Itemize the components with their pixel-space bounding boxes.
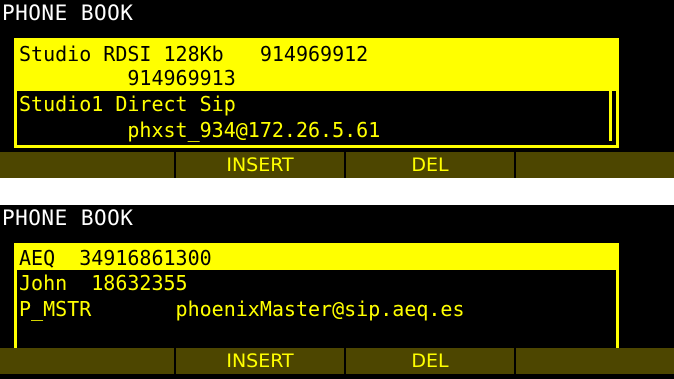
screen-title: PHONE BOOK bbox=[2, 1, 134, 25]
insert-button[interactable]: INSERT bbox=[176, 152, 346, 178]
entry-studio-rdsi-line2[interactable]: 914969913 bbox=[19, 65, 235, 91]
entry-aeq[interactable]: AEQ 34916861300 bbox=[19, 245, 212, 271]
phonebook-screen-2: PHONE BOOK AEQ 34916861300 John 18632355… bbox=[0, 205, 674, 379]
scrollbar[interactable] bbox=[609, 85, 612, 141]
entry-p-mstr[interactable]: P_MSTR phoenixMaster@sip.aeq.es bbox=[19, 296, 465, 322]
delete-button[interactable]: DEL bbox=[346, 152, 516, 178]
phonebook-screen-1: PHONE BOOK Studio RDSI 128Kb 914969912 9… bbox=[0, 0, 674, 178]
softkey-4[interactable] bbox=[516, 348, 674, 374]
softkey-4[interactable] bbox=[516, 152, 674, 178]
insert-button[interactable]: INSERT bbox=[176, 348, 346, 374]
softkey-1[interactable] bbox=[0, 348, 176, 374]
softkey-bar: INSERT DEL bbox=[0, 152, 674, 178]
softkey-bar: INSERT DEL bbox=[0, 348, 674, 374]
contact-list[interactable]: AEQ 34916861300 John 18632355 P_MSTR pho… bbox=[14, 243, 619, 353]
softkey-1[interactable] bbox=[0, 152, 176, 178]
entry-john[interactable]: John 18632355 bbox=[19, 270, 188, 296]
screen-title: PHONE BOOK bbox=[2, 206, 134, 230]
delete-button[interactable]: DEL bbox=[346, 348, 516, 374]
entry-studio1-line1[interactable]: Studio1 Direct Sip bbox=[19, 91, 236, 117]
entry-studio-rdsi-line1[interactable]: Studio RDSI 128Kb 914969912 bbox=[19, 41, 368, 67]
contact-list[interactable]: Studio RDSI 128Kb 914969912 914969913 St… bbox=[14, 38, 619, 148]
entry-studio1-line2[interactable]: phxst_934@172.26.5.61 bbox=[19, 117, 380, 143]
